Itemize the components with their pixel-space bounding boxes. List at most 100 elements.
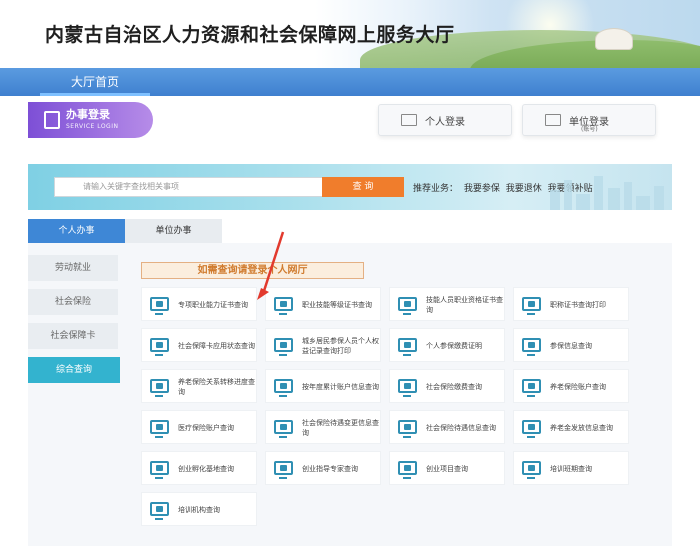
monitor-stand-icon (527, 436, 535, 438)
service-card[interactable]: 创业指导专家查询 (265, 451, 381, 485)
unit-login-sub: (账号) (581, 126, 598, 133)
service-card-label: 按年度累计账户信息查询 (302, 383, 379, 391)
monitor-stand-icon (279, 354, 287, 356)
service-card[interactable]: 医疗保险账户查询 (141, 410, 257, 444)
monitor-icon (398, 338, 417, 352)
service-card-label: 专项职业能力证书查询 (178, 301, 248, 309)
monitor-stand-icon (403, 477, 411, 479)
tab-unit[interactable]: 单位办事 (125, 219, 222, 243)
service-card[interactable]: 社会保险待遇信息查询 (389, 410, 505, 444)
city-skyline-decoration (542, 174, 672, 210)
monitor-icon (522, 461, 541, 475)
search-button[interactable]: 查 询 (322, 177, 404, 197)
monitor-stand-icon (527, 354, 535, 356)
service-card-label: 社会保险缴费查询 (426, 383, 482, 391)
service-card[interactable]: 社会保险待遇变更信息查询 (265, 410, 381, 444)
service-login-title: 办事登录 (66, 108, 110, 121)
service-card-label: 创业项目查询 (426, 465, 468, 473)
monitor-stand-icon (279, 477, 287, 479)
service-card[interactable]: 创业孵化基地查询 (141, 451, 257, 485)
monitor-icon (522, 338, 541, 352)
service-card-label: 创业指导专家查询 (302, 465, 358, 473)
service-card[interactable]: 养老金发放信息查询 (513, 410, 629, 444)
monitor-icon (150, 502, 169, 516)
monitor-stand-icon (403, 436, 411, 438)
monitor-icon (522, 297, 541, 311)
monitor-stand-icon (155, 395, 163, 397)
service-card-label: 城乡居民参保人员个人权益记录查询打印 (302, 337, 379, 355)
monitor-icon (274, 420, 293, 434)
login-notice: 如需查询请登录个人网厅 (141, 262, 364, 279)
tab-personal[interactable]: 个人办事 (28, 219, 125, 243)
sidebar-item-employment[interactable]: 劳动就业 (28, 255, 118, 281)
sidebar-item-social-security-card[interactable]: 社会保障卡 (28, 323, 118, 349)
service-card[interactable]: 养老保险账户查询 (513, 369, 629, 403)
monitor-stand-icon (527, 477, 535, 479)
service-card-label: 社会保险待遇变更信息查询 (302, 419, 379, 437)
service-card[interactable]: 按年度累计账户信息查询 (265, 369, 381, 403)
service-card-label: 养老保险关系转移进度查询 (178, 378, 255, 396)
service-card[interactable]: 养老保险关系转移进度查询 (141, 369, 257, 403)
service-card[interactable]: 社会保障卡应用状态查询 (141, 328, 257, 362)
service-card-label: 社会保障卡应用状态查询 (178, 342, 255, 350)
monitor-stand-icon (279, 395, 287, 397)
service-card[interactable]: 职称证书查询打印 (513, 287, 629, 321)
banner-yurt-decoration (595, 28, 633, 50)
recommend-link[interactable]: 我要参保 (464, 184, 500, 194)
monitor-stand-icon (403, 395, 411, 397)
service-tabs: 个人办事 单位办事 (28, 219, 228, 243)
monitor-icon (522, 420, 541, 434)
unit-login-button[interactable]: 单位登录 (账号) (522, 104, 656, 136)
monitor-icon (545, 114, 561, 126)
monitor-stand-icon (155, 477, 163, 479)
monitor-icon (274, 297, 293, 311)
monitor-stand-icon (155, 354, 163, 356)
personal-login-button[interactable]: 个人登录 (378, 104, 512, 136)
service-card[interactable]: 培训班期查询 (513, 451, 629, 485)
service-card[interactable]: 技能人员职业资格证书查询 (389, 287, 505, 321)
search-area: 请输入关键字查找相关事项 查 询 推荐业务： 我要参保 我要退休 我要领补贴 (28, 164, 672, 210)
service-card-label: 培训机构查询 (178, 506, 220, 514)
monitor-icon (150, 420, 169, 434)
search-input[interactable]: 请输入关键字查找相关事项 (54, 177, 349, 197)
service-card-label: 医疗保险账户查询 (178, 424, 234, 432)
monitor-icon (522, 379, 541, 393)
service-card[interactable]: 培训机构查询 (141, 492, 257, 526)
service-card[interactable]: 社会保险缴费查询 (389, 369, 505, 403)
monitor-stand-icon (403, 354, 411, 356)
content-box: 劳动就业 社会保险 社会保障卡 综合查询 如需查询请登录个人网厅 专项职业能力证… (28, 243, 672, 546)
nav-tab-home[interactable]: 大厅首页 (40, 68, 150, 96)
recommend-link[interactable]: 我要退休 (506, 184, 542, 194)
login-row: 办事登录 SERVICE LOGIN 个人登录 单位登录 (账号) (28, 102, 672, 144)
personal-login-label: 个人登录 (425, 117, 465, 128)
service-card[interactable]: 参保信息查询 (513, 328, 629, 362)
monitor-stand-icon (527, 395, 535, 397)
service-card[interactable]: 专项职业能力证书查询 (141, 287, 257, 321)
sidebar-item-social-insurance[interactable]: 社会保险 (28, 289, 118, 315)
service-card[interactable]: 城乡居民参保人员个人权益记录查询打印 (265, 328, 381, 362)
monitor-icon (398, 297, 417, 311)
service-card-label: 社会保险待遇信息查询 (426, 424, 496, 432)
monitor-icon (274, 461, 293, 475)
service-card-label: 个人参保缴费证明 (426, 342, 482, 350)
monitor-icon (401, 114, 417, 126)
service-login-subtitle: SERVICE LOGIN (66, 123, 119, 130)
monitor-icon (398, 379, 417, 393)
service-card-label: 技能人员职业资格证书查询 (426, 296, 503, 314)
header-banner: 内蒙古自治区人力资源和社会保障网上服务大厅 (0, 0, 700, 68)
sidebar: 劳动就业 社会保险 社会保障卡 综合查询 (28, 255, 120, 391)
recommend-label: 推荐业务： (413, 184, 459, 194)
monitor-stand-icon (155, 313, 163, 315)
monitor-icon (398, 420, 417, 434)
sidebar-item-general-query[interactable]: 综合查询 (28, 357, 120, 383)
monitor-stand-icon (527, 313, 535, 315)
service-card-label: 参保信息查询 (550, 342, 592, 350)
service-card[interactable]: 创业项目查询 (389, 451, 505, 485)
monitor-icon (274, 379, 293, 393)
service-card[interactable]: 职业技能等级证书查询 (265, 287, 381, 321)
main-navbar: 大厅首页 (0, 68, 700, 96)
monitor-stand-icon (403, 313, 411, 315)
service-card-label: 养老金发放信息查询 (550, 424, 613, 432)
site-title: 内蒙古自治区人力资源和社会保障网上服务大厅 (45, 24, 455, 46)
service-card[interactable]: 个人参保缴费证明 (389, 328, 505, 362)
